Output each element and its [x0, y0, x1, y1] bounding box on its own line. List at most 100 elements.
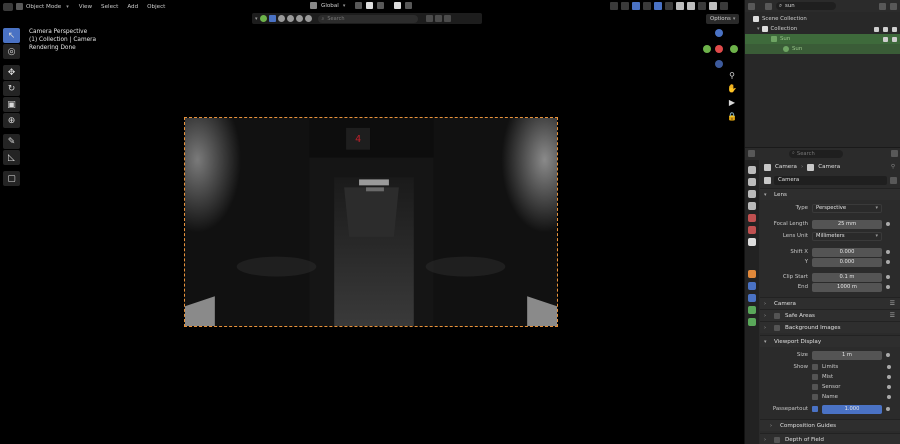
transform-tool-icon[interactable]: ⊕	[3, 113, 20, 128]
object-tab-icon[interactable]	[748, 270, 756, 278]
outliner-row-sun[interactable]: Sun	[745, 34, 900, 44]
xray-icon[interactable]	[665, 2, 673, 10]
outliner-row-sun-data[interactable]: Sun	[745, 44, 900, 54]
world-tab-icon[interactable]	[748, 226, 756, 234]
keyframe-dot-icon[interactable]	[886, 407, 890, 411]
collection-tab-icon[interactable]	[748, 238, 756, 246]
pin-icon[interactable]	[891, 150, 898, 157]
overlays-toggle-icon[interactable]	[654, 2, 662, 10]
keyframe-dot-icon[interactable]	[886, 275, 890, 279]
neg-z-axis-icon[interactable]	[715, 60, 723, 68]
measure-tool-icon[interactable]: ◺	[3, 150, 20, 165]
shading-wireframe-icon[interactable]	[277, 15, 285, 22]
solid-shading-icon[interactable]	[676, 2, 684, 10]
add-cube-tool-icon[interactable]: ▢	[3, 171, 20, 186]
camera-data-tab-icon[interactable]	[748, 318, 756, 326]
filter-icon[interactable]	[879, 2, 886, 10]
proportional-edit-icon[interactable]	[394, 2, 402, 9]
options-dropdown[interactable]: Options ▾	[706, 14, 740, 24]
properties-search-input[interactable]: ⌕ Search	[789, 149, 843, 158]
visibility-icon[interactable]	[259, 15, 267, 22]
lock-icon[interactable]: 🔒	[727, 111, 737, 121]
outliner-editor-icon[interactable]	[748, 2, 755, 10]
chevron-down-icon[interactable]: ▾	[757, 26, 760, 32]
render-tab-icon[interactable]	[748, 178, 756, 186]
proportional-falloff-icon[interactable]	[405, 2, 413, 9]
checkbox-icon[interactable]	[874, 26, 879, 32]
camera-data-icon[interactable]	[764, 176, 771, 184]
transform-orientation-dropdown[interactable]: Global	[321, 3, 339, 9]
scene-tab-icon[interactable]	[748, 214, 756, 222]
name-checkbox[interactable]	[812, 394, 818, 400]
list-icon[interactable]: ☰	[890, 300, 895, 307]
safe-areas-checkbox[interactable]	[774, 312, 780, 319]
visibility-select-icon[interactable]	[610, 2, 618, 10]
new-collection-icon[interactable]	[890, 2, 897, 10]
keyframe-dot-icon[interactable]	[886, 285, 890, 289]
datablock-name-field[interactable]: Camera	[774, 175, 887, 185]
editor-type-icon[interactable]	[3, 2, 13, 11]
zoom-icon[interactable]: ⚲	[727, 70, 737, 80]
type-dropdown[interactable]: Perspective ▾	[812, 203, 882, 213]
panel-composition-guides-header[interactable]: › Composition Guides	[760, 419, 900, 431]
shading-options-icon[interactable]	[720, 2, 728, 10]
tool-tab-icon[interactable]	[748, 166, 756, 174]
focal-length-field[interactable]: 25 mm	[812, 219, 882, 229]
passepartout-checkbox[interactable]	[812, 406, 818, 412]
shading-material-icon[interactable]	[295, 15, 303, 22]
physics-tab-icon[interactable]	[748, 282, 756, 290]
list-icon[interactable]: ☰	[890, 312, 895, 319]
shift-y-field[interactable]: 0.000	[812, 257, 882, 267]
output-tab-icon[interactable]	[748, 190, 756, 198]
chevron-down-icon[interactable]: ▾	[255, 16, 258, 22]
x-axis-icon[interactable]	[715, 45, 723, 53]
gizmo-toggle-icon[interactable]	[632, 2, 640, 10]
depth-of-field-checkbox[interactable]	[774, 436, 780, 443]
y-axis-icon[interactable]	[730, 45, 738, 53]
camera-icon[interactable]	[892, 26, 897, 32]
neg-x-axis-icon[interactable]	[703, 45, 711, 53]
panel-camera-header[interactable]: › Camera ☰	[760, 297, 900, 309]
keyframe-dot-icon[interactable]	[887, 395, 891, 399]
constraints-tab-icon[interactable]	[748, 294, 756, 302]
overlays-dropdown-icon[interactable]	[643, 2, 651, 10]
background-images-checkbox[interactable]	[774, 324, 780, 331]
lens-unit-dropdown[interactable]: Millimeters ▾	[812, 231, 882, 241]
eye-icon[interactable]	[883, 26, 888, 32]
data-tab-icon[interactable]	[748, 306, 756, 314]
panel-lens-header[interactable]: ▾ Lens	[760, 188, 900, 200]
menu-object[interactable]: Object	[147, 4, 165, 10]
rendered-shading-icon[interactable]	[709, 2, 717, 10]
cursor-tool-icon[interactable]: ◎	[3, 44, 20, 59]
pin-icon[interactable]: ⚲	[891, 164, 895, 170]
funnel-icon[interactable]	[443, 15, 451, 22]
clip-end-field[interactable]: 1000 m	[812, 282, 882, 292]
3d-viewport[interactable]: Object Mode ▾ View Select Add Object Glo…	[0, 0, 744, 444]
panel-viewport-display-header[interactable]: ▾ Viewport Display	[760, 335, 900, 347]
fake-user-icon[interactable]	[890, 176, 897, 184]
sensor-checkbox[interactable]	[812, 384, 818, 390]
outliner-search-input[interactable]: ⌕ sun	[776, 2, 836, 10]
clip-start-field[interactable]: 0.1 m	[812, 272, 882, 282]
eye-icon[interactable]	[883, 36, 888, 42]
keyframe-dot-icon[interactable]	[886, 250, 890, 254]
shading-solid-icon[interactable]	[286, 15, 294, 22]
viewport-search-input[interactable]: ⌕ Search	[317, 14, 418, 23]
panel-safe-areas-header[interactable]: › Safe Areas ☰	[760, 309, 900, 321]
limits-checkbox[interactable]	[812, 364, 818, 370]
view-layer-tab-icon[interactable]	[748, 202, 756, 210]
shading-rendered-icon[interactable]	[304, 15, 312, 22]
outliner-row-scene-collection[interactable]: Scene Collection	[745, 14, 900, 24]
pan-hand-icon[interactable]: ✋	[727, 83, 737, 93]
panel-background-images-header[interactable]: › Background Images	[760, 321, 900, 333]
rotate-tool-icon[interactable]: ↻	[3, 81, 20, 96]
camera-view-icon[interactable]: ▶	[727, 97, 737, 107]
mode-dropdown[interactable]: Object Mode ▾	[16, 3, 69, 10]
passepartout-slider[interactable]: 1.000	[822, 404, 882, 414]
wireframe-shading-icon[interactable]	[687, 2, 695, 10]
mist-checkbox[interactable]	[812, 374, 818, 380]
camera-icon[interactable]	[892, 36, 897, 42]
annotate-tool-icon[interactable]: ✎	[3, 134, 20, 149]
filter-icon[interactable]	[425, 15, 433, 22]
keyframe-dot-icon[interactable]	[886, 260, 890, 264]
